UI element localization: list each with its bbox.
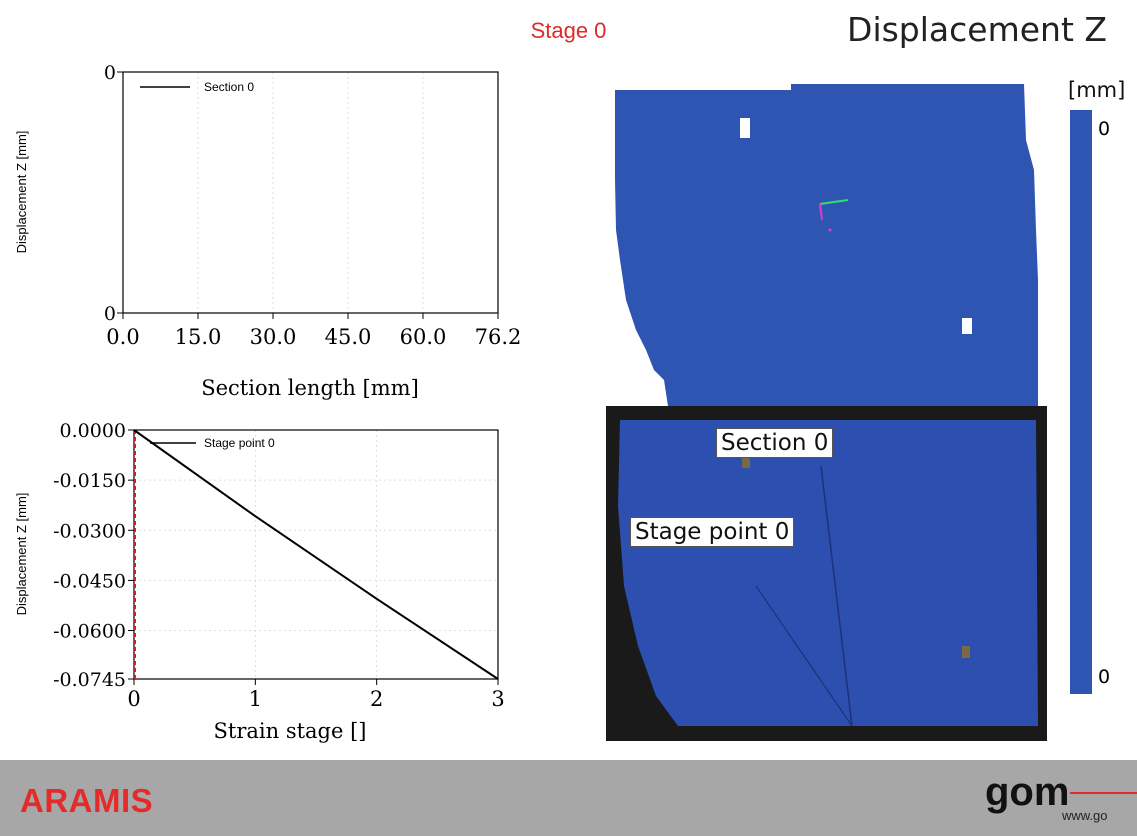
logo-underline [1070, 792, 1137, 794]
field-hole-marker [962, 318, 972, 334]
x-tick-label: 1 [249, 687, 262, 711]
brand-label: ARAMIS [20, 782, 154, 819]
stage-point-series-line [133, 429, 499, 680]
x-tick-label: 60.0 [400, 325, 447, 349]
x-tick-label: 15.0 [175, 325, 222, 349]
displacement-field-map [615, 84, 1038, 406]
colorbar-top-value: 0 [1098, 118, 1111, 140]
y-tick-label: -0.0450 [53, 570, 126, 592]
stage-point-chart-frame [133, 429, 499, 680]
x-tick-label: 0.0 [106, 325, 139, 349]
x-tick-label: 2 [370, 687, 383, 711]
legend-label-stage-point: Stage point 0 [204, 436, 275, 450]
gom-logo: gom [985, 770, 1070, 814]
y-tick-label: 0 [104, 303, 116, 325]
x-tick-label: 3 [491, 687, 504, 711]
x-tick-label: 0 [127, 687, 140, 711]
footer-bar [0, 760, 1137, 836]
colorbar-bottom-value: 0 [1098, 666, 1111, 688]
specimen-surface [618, 420, 1038, 726]
displacement-field-surface [615, 84, 1038, 406]
section-axis-glyph [828, 228, 832, 232]
section-chart-frame [122, 71, 499, 314]
section-chart-ylabel: Displacement Z [mm] [14, 131, 29, 254]
stage-point-chart: 0 1 2 3 0.0000 -0.0150 -0.0300 -0.0450 -0.0600 -… [14, 420, 505, 743]
y-tick-label: -0.0745 [53, 669, 126, 691]
x-tick-label: 30.0 [250, 325, 297, 349]
specimen-mark [742, 458, 750, 468]
website-link[interactable]: www.go [1062, 808, 1108, 823]
stage-point-chart-xlabel: Strain stage [] [214, 719, 367, 743]
y-tick-label: 0.0000 [60, 420, 126, 442]
y-tick-label: -0.0600 [53, 621, 126, 643]
specimen-mark [962, 646, 970, 658]
main-title: Displacement Z [847, 10, 1107, 49]
colorbar [1070, 110, 1092, 694]
stage-point-overlay-label: Stage point 0 [630, 517, 795, 547]
section-chart: 0.0 15.0 30.0 45.0 60.0 76.2 0 0 Section 0 Sec… [14, 62, 522, 400]
stage-point-chart-ylabel: Displacement Z [mm] [14, 493, 29, 616]
camera-overlay-image: Section 0 Stage point 0 [606, 406, 1047, 741]
section-overlay-label: Section 0 [716, 428, 834, 458]
y-tick-label: 0 [104, 62, 116, 84]
y-tick-label: -0.0300 [53, 520, 126, 542]
x-tick-label: 76.2 [475, 325, 522, 349]
colorbar-unit: [mm] [1068, 78, 1126, 102]
field-hole-marker [740, 118, 750, 138]
x-tick-label: 45.0 [325, 325, 372, 349]
legend-label-section: Section 0 [204, 80, 254, 94]
section-chart-xlabel: Section length [mm] [201, 376, 419, 400]
y-tick-label: -0.0150 [53, 470, 126, 492]
